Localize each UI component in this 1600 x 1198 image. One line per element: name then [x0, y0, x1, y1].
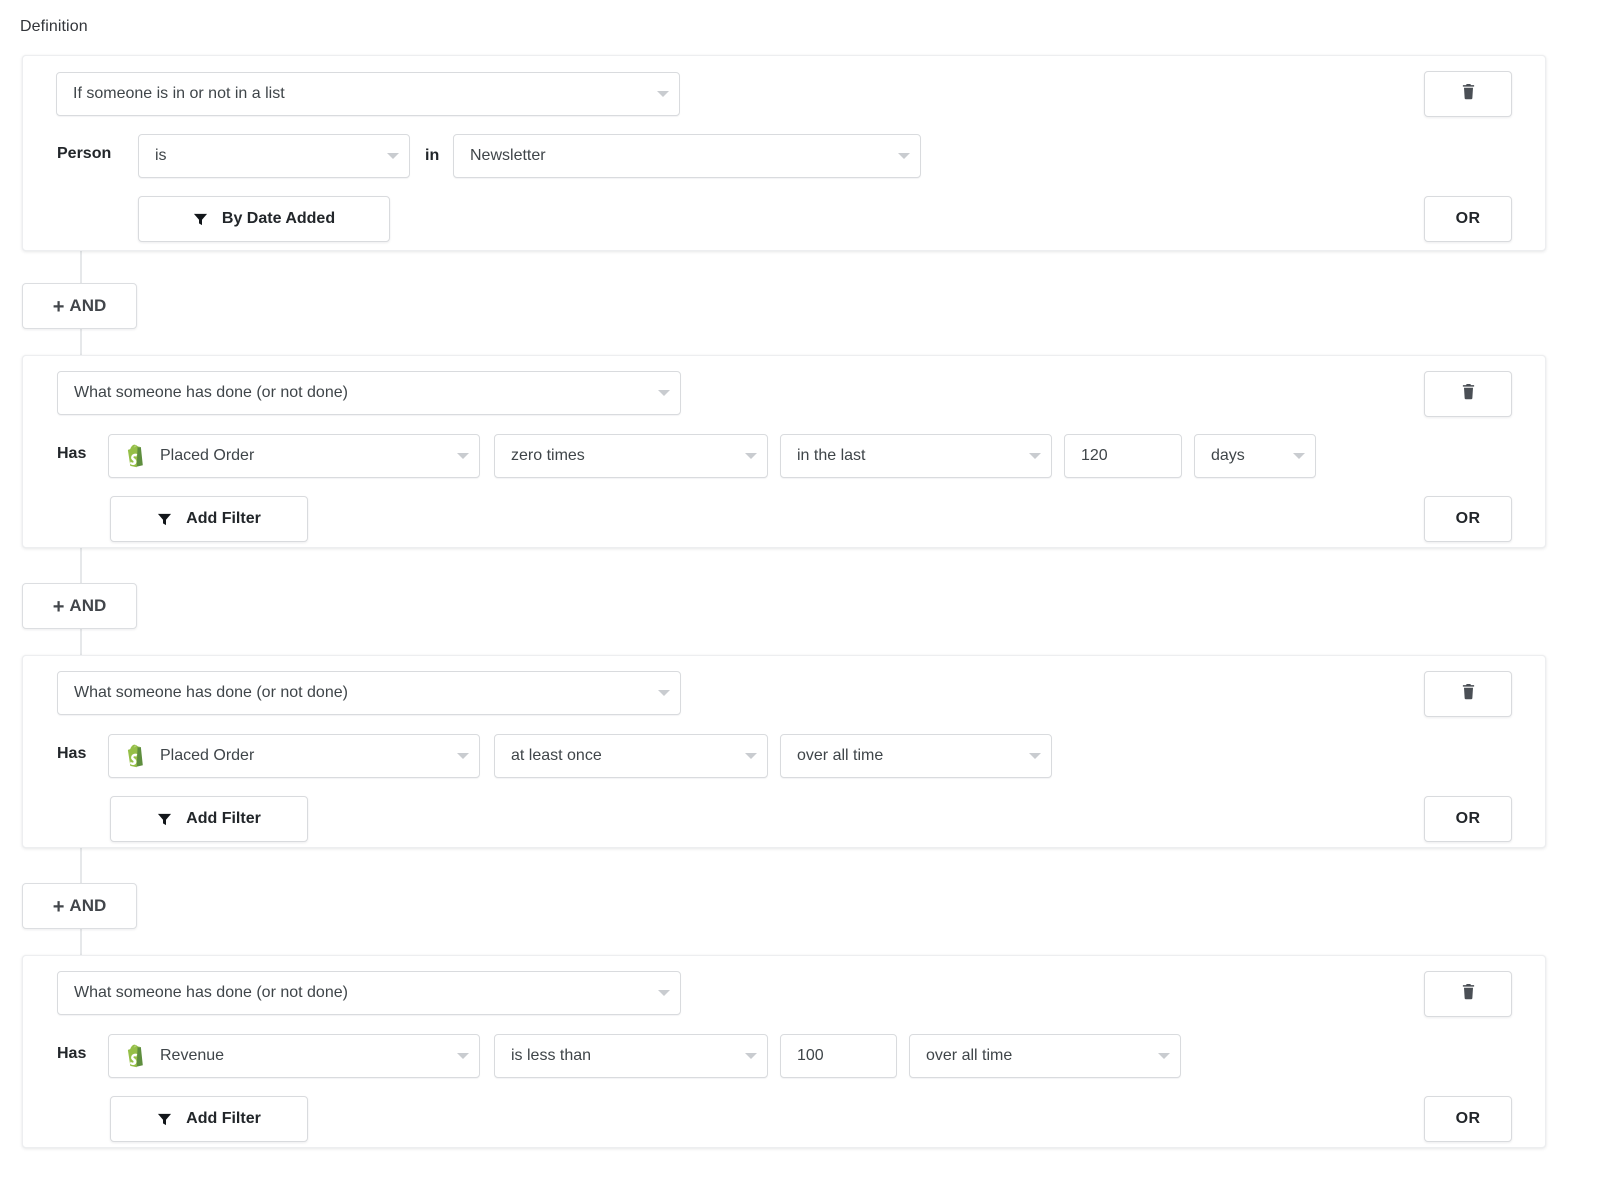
shopify-icon — [125, 444, 147, 468]
timeframe-select[interactable]: over all time — [909, 1034, 1181, 1078]
delete-block-button[interactable] — [1424, 371, 1512, 417]
has-label: Has — [57, 1032, 86, 1076]
delete-block-button[interactable] — [1424, 971, 1512, 1017]
timeframe-select[interactable]: over all time — [780, 734, 1052, 778]
chevron-down-icon — [658, 690, 670, 696]
and-label: AND — [69, 296, 106, 316]
condition-type-select[interactable]: What someone has done (or not done) — [57, 371, 681, 415]
add-filter-button[interactable]: Add Filter — [110, 496, 308, 542]
timeframe-select[interactable]: in the last — [780, 434, 1052, 478]
add-and-button-3[interactable]: + AND — [22, 883, 137, 929]
amount-input[interactable]: 100 — [780, 1034, 897, 1078]
condition-block-2: What someone has done (or not done) Has … — [22, 355, 1546, 548]
add-filter-label: Add Filter — [186, 1110, 261, 1128]
or-button[interactable]: OR — [1424, 796, 1512, 842]
condition-block-4: What someone has done (or not done) Has … — [22, 955, 1546, 1148]
or-button[interactable]: OR — [1424, 196, 1512, 242]
filter-funnel-icon — [157, 512, 172, 527]
by-date-added-button[interactable]: By Date Added — [138, 196, 390, 242]
condition-block-3: What someone has done (or not done) Has … — [22, 655, 1546, 848]
chevron-down-icon — [658, 390, 670, 396]
or-button[interactable]: OR — [1424, 496, 1512, 542]
condition-type-select[interactable]: What someone has done (or not done) — [57, 671, 681, 715]
chevron-down-icon — [657, 91, 669, 97]
has-label: Has — [57, 732, 86, 776]
chevron-down-icon — [1029, 453, 1041, 459]
or-label: OR — [1456, 510, 1481, 528]
chevron-down-icon — [1029, 753, 1041, 759]
condition-type-select[interactable]: What someone has done (or not done) — [57, 971, 681, 1015]
or-label: OR — [1456, 810, 1481, 828]
add-and-button-1[interactable]: + AND — [22, 283, 137, 329]
amount-input[interactable]: 120 — [1064, 434, 1182, 478]
chevron-down-icon — [387, 153, 399, 159]
chevron-down-icon — [658, 990, 670, 996]
and-label: AND — [69, 596, 106, 616]
condition-block-1: If someone is in or not in a list Person… — [22, 55, 1546, 251]
person-label: Person — [57, 132, 111, 176]
chevron-down-icon — [457, 753, 469, 759]
condition-type-select[interactable]: If someone is in or not in a list — [56, 72, 680, 116]
filter-funnel-icon — [157, 812, 172, 827]
delete-block-button[interactable] — [1424, 671, 1512, 717]
metric-select[interactable]: Revenue — [108, 1034, 480, 1078]
or-label: OR — [1456, 1110, 1481, 1128]
and-label: AND — [69, 896, 106, 916]
frequency-select[interactable]: is less than — [494, 1034, 768, 1078]
by-date-added-label: By Date Added — [222, 210, 335, 228]
add-and-button-2[interactable]: + AND — [22, 583, 137, 629]
page-title: Definition — [20, 18, 88, 36]
frequency-select[interactable]: zero times — [494, 434, 768, 478]
list-select[interactable]: Newsletter — [453, 134, 921, 178]
has-label: Has — [57, 432, 86, 476]
person-operator-select[interactable]: is — [138, 134, 410, 178]
add-filter-button[interactable]: Add Filter — [110, 796, 308, 842]
trash-icon — [1461, 983, 1476, 1005]
chevron-down-icon — [745, 753, 757, 759]
metric-select[interactable]: Placed Order — [108, 434, 480, 478]
shopify-icon — [125, 1044, 147, 1068]
or-button[interactable]: OR — [1424, 1096, 1512, 1142]
chevron-down-icon — [898, 153, 910, 159]
add-filter-button[interactable]: Add Filter — [110, 1096, 308, 1142]
trash-icon — [1461, 383, 1476, 405]
or-label: OR — [1456, 210, 1481, 228]
chevron-down-icon — [1293, 453, 1305, 459]
chevron-down-icon — [457, 1053, 469, 1059]
add-filter-label: Add Filter — [186, 510, 261, 528]
chevron-down-icon — [745, 1053, 757, 1059]
chevron-down-icon — [1158, 1053, 1170, 1059]
delete-block-button[interactable] — [1424, 71, 1512, 117]
in-label: in — [425, 134, 439, 178]
chevron-down-icon — [745, 453, 757, 459]
definition-builder: Definition If someone is in or not in a … — [0, 0, 1600, 1198]
trash-icon — [1461, 83, 1476, 105]
frequency-select[interactable]: at least once — [494, 734, 768, 778]
filter-funnel-icon — [157, 1112, 172, 1127]
shopify-icon — [125, 744, 147, 768]
add-filter-label: Add Filter — [186, 810, 261, 828]
trash-icon — [1461, 683, 1476, 705]
filter-funnel-icon — [193, 212, 208, 227]
chevron-down-icon — [457, 453, 469, 459]
unit-select[interactable]: days — [1194, 434, 1316, 478]
metric-select[interactable]: Placed Order — [108, 734, 480, 778]
